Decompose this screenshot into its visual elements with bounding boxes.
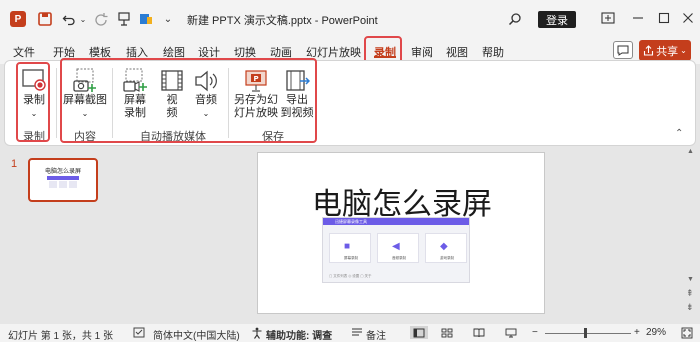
share-label: 共享 <box>656 45 679 58</box>
tab-review[interactable]: 审阅 <box>411 44 433 60</box>
camera-icon: ■ <box>344 241 351 252</box>
accessibility-status[interactable]: 辅助功能: 调查 <box>266 327 332 342</box>
screenshot-header-text: 迅捷屏幕录像工具 <box>335 219 367 224</box>
zoom-slider[interactable] <box>545 333 631 334</box>
screenshot-card-label: 游戏录制 <box>440 256 454 260</box>
gamepad-icon: ◆ <box>440 241 448 252</box>
screenshot-card-label: 屏幕录制 <box>344 256 358 260</box>
collapse-ribbon-icon[interactable]: ⌃ <box>675 128 683 139</box>
ribbon-divider <box>56 68 57 138</box>
scroll-down-icon[interactable]: ▼ <box>687 276 694 283</box>
customize-toolbar-icon[interactable]: ⌄ <box>162 10 174 28</box>
zoom-in-button[interactable]: + <box>634 327 640 338</box>
screenshot-header-bar: 迅捷屏幕录像工具 <box>323 218 469 225</box>
thumbnail-card <box>49 181 57 188</box>
ribbon-display-icon[interactable] <box>596 8 620 28</box>
maximize-icon[interactable] <box>652 8 676 28</box>
next-slide-icon[interactable]: ⇟ <box>686 302 694 313</box>
search-icon[interactable] <box>506 10 524 28</box>
login-button[interactable]: 登录 <box>538 11 576 28</box>
tab-help[interactable]: 帮助 <box>482 44 504 60</box>
share-button[interactable]: 共享 ⌄ <box>639 40 691 61</box>
thumbnail-title: 电脑怎么录屏 <box>44 169 81 175</box>
accessibility-icon[interactable] <box>250 326 264 339</box>
thumbnail-card <box>69 181 77 188</box>
zoom-slider-thumb[interactable] <box>584 328 587 338</box>
redo-icon[interactable] <box>92 10 110 28</box>
undo-icon[interactable] <box>60 10 78 28</box>
comments-button[interactable] <box>613 41 633 59</box>
media-groups-highlight <box>60 58 317 143</box>
screenshot-card-audio: ◀ 音频录制 <box>377 233 419 263</box>
zoom-out-button[interactable]: − <box>532 327 538 338</box>
powerpoint-logo-icon: P <box>10 11 26 27</box>
language-status[interactable]: 简体中文(中国大陆) <box>153 327 240 342</box>
title-bar: P ⌄ ⌄ 新建 PPTX 演示文稿.pptx - PowerPoint 登录 <box>0 0 700 38</box>
slideshow-view-icon[interactable] <box>504 326 518 339</box>
previous-slide-icon[interactable]: ⇞ <box>686 288 694 299</box>
save-icon[interactable] <box>37 10 53 28</box>
screenshot-card-label: 音频录制 <box>392 256 406 260</box>
minimize-icon[interactable] <box>626 8 650 28</box>
vertical-scrollbar[interactable]: ▲ ▼ ⇞ ⇟ <box>686 148 698 322</box>
pin-icon[interactable] <box>116 10 132 28</box>
slide-info: 幻灯片 第 1 张，共 1 张 <box>8 331 114 342</box>
share-icon <box>644 45 654 56</box>
presenter-icon[interactable] <box>138 10 154 28</box>
screenshot-card-game: ◆ 游戏录制 <box>425 233 467 263</box>
normal-view-icon[interactable] <box>410 326 428 339</box>
scroll-up-icon[interactable]: ▲ <box>687 148 694 155</box>
close-icon[interactable] <box>676 8 700 28</box>
tab-file[interactable]: 文件 <box>13 44 35 60</box>
speaker-icon: ◀ <box>392 241 400 252</box>
share-dropdown-icon: ⌄ <box>680 46 687 55</box>
reading-view-icon[interactable] <box>472 326 486 339</box>
status-bar: 幻灯片 第 1 张，共 1 张 简体中文(中国大陆) 辅助功能: 调查 备注 −… <box>0 324 700 342</box>
screenshot-card-screen: ■ 屏幕录制 <box>329 233 371 263</box>
undo-dropdown-icon[interactable]: ⌄ <box>78 10 88 28</box>
slide-sorter-icon[interactable] <box>440 326 454 339</box>
zoom-level[interactable]: 29% <box>646 327 666 338</box>
screenshot-footer: ▢ 文件列表 ◎ 设置 ▢ 关于 <box>329 274 372 278</box>
fit-to-window-icon[interactable] <box>680 326 694 339</box>
notes-button[interactable]: 备注 <box>366 327 386 342</box>
thumbnail-image-bar <box>47 176 79 180</box>
notes-icon[interactable] <box>350 326 364 339</box>
thumbnail-card <box>59 181 67 188</box>
slide-thumbnail[interactable]: 电脑怎么录屏 <box>28 158 98 202</box>
comment-icon <box>617 45 629 56</box>
slide-canvas[interactable]: 电脑怎么录屏 迅捷屏幕录像工具 ■ 屏幕录制 ◀ 音频录制 ◆ 游戏录制 ▢ 文… <box>257 152 545 314</box>
slide-number: 1 <box>11 158 18 170</box>
window-title: 新建 PPTX 演示文稿.pptx - PowerPoint <box>187 15 378 27</box>
record-group-highlight <box>16 62 50 142</box>
slide-screenshot-image[interactable]: 迅捷屏幕录像工具 ■ 屏幕录制 ◀ 音频录制 ◆ 游戏录制 ▢ 文件列表 ◎ 设… <box>322 217 470 283</box>
tab-view[interactable]: 视图 <box>446 44 468 60</box>
spelling-check-icon[interactable] <box>132 326 146 339</box>
